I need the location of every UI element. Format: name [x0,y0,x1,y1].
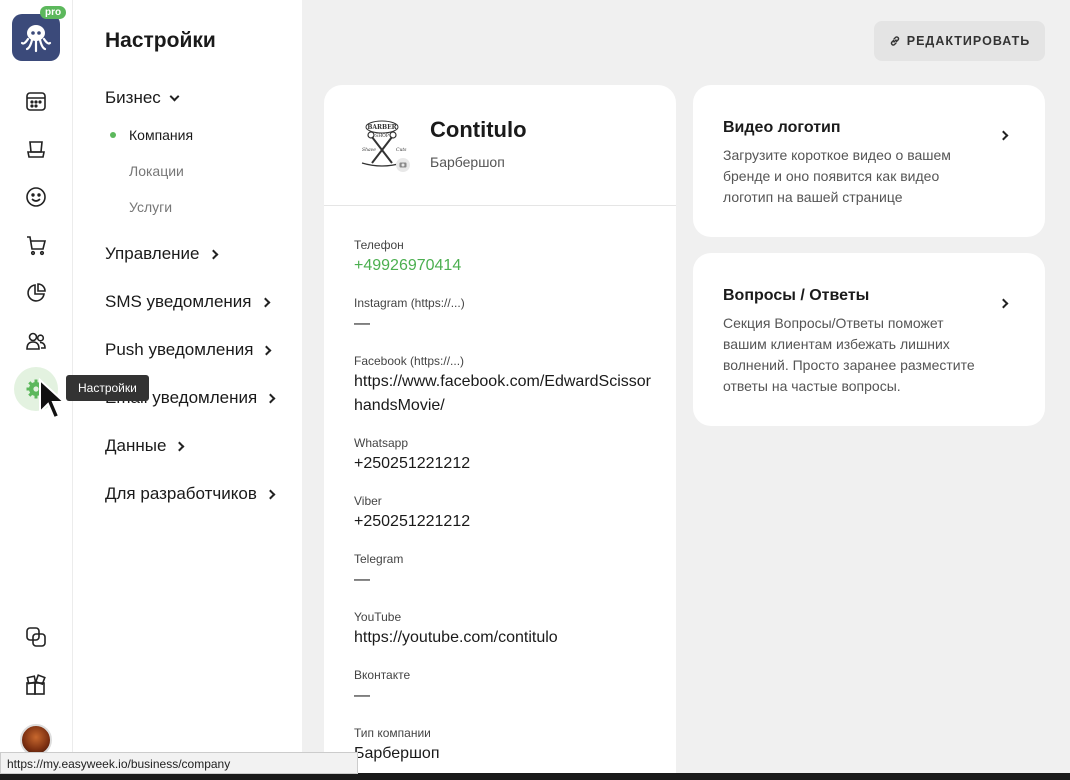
field-label-telegram: Telegram [354,552,404,566]
field-label-youtube: YouTube [354,610,402,624]
cart-icon[interactable] [22,231,50,259]
faq-desc: Секция Вопросы/Ответы поможет вашим клие… [723,315,975,394]
company-name: Contitulo [430,117,527,142]
chevron-right-icon [261,345,272,355]
nav-sub-services[interactable]: Услуги [129,199,172,215]
company-logo[interactable]: BARBER SHOP Shave Cuts [354,115,414,175]
video-logo-title: Видео логотип [723,119,841,136]
chevron-right-icon [265,489,276,499]
chevron-right-icon [260,297,270,307]
integrations-icon[interactable] [22,623,50,651]
faq-title: Вопросы / Ответы [723,287,870,304]
video-logo-card[interactable]: Видео логотип Загрузите короткое видео о… [693,85,1045,237]
nav-title: Настройки [105,29,216,52]
staff-icon[interactable] [22,327,50,355]
bottom-strip [0,773,1070,780]
logo-text-cuts: Cuts [396,147,407,153]
company-type: Барбершоп [430,154,505,170]
clients-icon[interactable] [22,183,50,211]
company-header: BARBER SHOP Shave Cuts Contitulo Барберш… [324,85,676,206]
active-dot [110,132,116,138]
chevron-right-icon [208,249,218,259]
logo-text-shop: SHOP [375,133,389,139]
status-bar-url: https://my.easyweek.io/business/company [0,752,358,774]
field-label-instagram: Instagram (https://...) [354,296,465,310]
nav-item-management[interactable]: Управление [105,244,218,264]
mouse-cursor-icon [39,378,66,420]
octopus-icon [20,24,52,52]
nav-item-sms[interactable]: SMS уведомления [105,292,270,312]
edit-button[interactable]: РЕДАКТИРОВАТЬ [874,21,1045,61]
nav-sub-company[interactable]: Компания [129,127,193,143]
chevron-right-icon [998,298,1009,309]
field-label-phone: Телефон [354,238,404,252]
field-value-facebook: https://www.facebook.com/EdwardScissorha… [354,373,652,414]
chevron-down-icon [169,91,180,101]
bookings-icon[interactable] [22,135,50,163]
calendar-icon[interactable] [22,87,50,115]
field-value-instagram: — [354,315,370,332]
nav-item-label: Для разработчиков [105,484,257,503]
chevron-right-icon [174,441,185,451]
chevron-right-icon [265,393,276,403]
logo-text-barber: BARBER [367,124,397,131]
nav-item-label: SMS уведомления [105,292,252,311]
field-label-company-type: Тип компании [354,726,431,740]
field-value-vkontakte: — [354,687,370,704]
company-card: BARBER SHOP Shave Cuts Contitulo Барберш… [324,85,676,775]
nav-item-data[interactable]: Данные [105,436,185,456]
field-value-company-type: Барбершоп [354,745,440,762]
link-icon [890,36,899,46]
pro-badge: pro [40,6,67,19]
video-logo-desc: Загрузите короткое видео о вашем бренде … [723,147,951,205]
nav-sub-locations[interactable]: Локации [129,163,184,179]
nav-item-label: Push уведомления [105,340,254,359]
field-value-whatsapp: +250251221212 [354,455,471,472]
field-value-phone[interactable]: +49926970414 [354,254,654,278]
chevron-right-icon [998,130,1009,141]
app-logo[interactable] [12,14,60,61]
field-label-facebook: Facebook (https://...) [354,354,465,368]
settings-tooltip: Настройки [66,375,149,401]
field-value-viber: +250251221212 [354,513,471,530]
logo-text-shave: Shave [362,147,376,153]
field-label-viber: Viber [354,494,382,508]
nav-item-developers[interactable]: Для разработчиков [105,484,276,504]
nav-item-push[interactable]: Push уведомления [105,340,272,360]
apps-icon[interactable] [22,671,50,699]
nav-item-label: Бизнес [105,88,161,107]
field-value-telegram: — [354,571,370,588]
field-label-vkontakte: Вконтакте [354,668,411,682]
analytics-icon[interactable] [22,279,50,307]
faq-card[interactable]: Вопросы / Ответы Секция Вопросы/Ответы п… [693,253,1045,426]
edit-button-label: РЕДАКТИРОВАТЬ [906,34,1031,48]
field-label-whatsapp: Whatsapp [354,436,409,450]
field-value-youtube: https://youtube.com/contitulo [354,629,558,646]
nav-item-label: Данные [105,436,167,455]
nav-item-business[interactable]: Бизнес [105,88,180,108]
nav-item-label: Управление [105,244,200,263]
